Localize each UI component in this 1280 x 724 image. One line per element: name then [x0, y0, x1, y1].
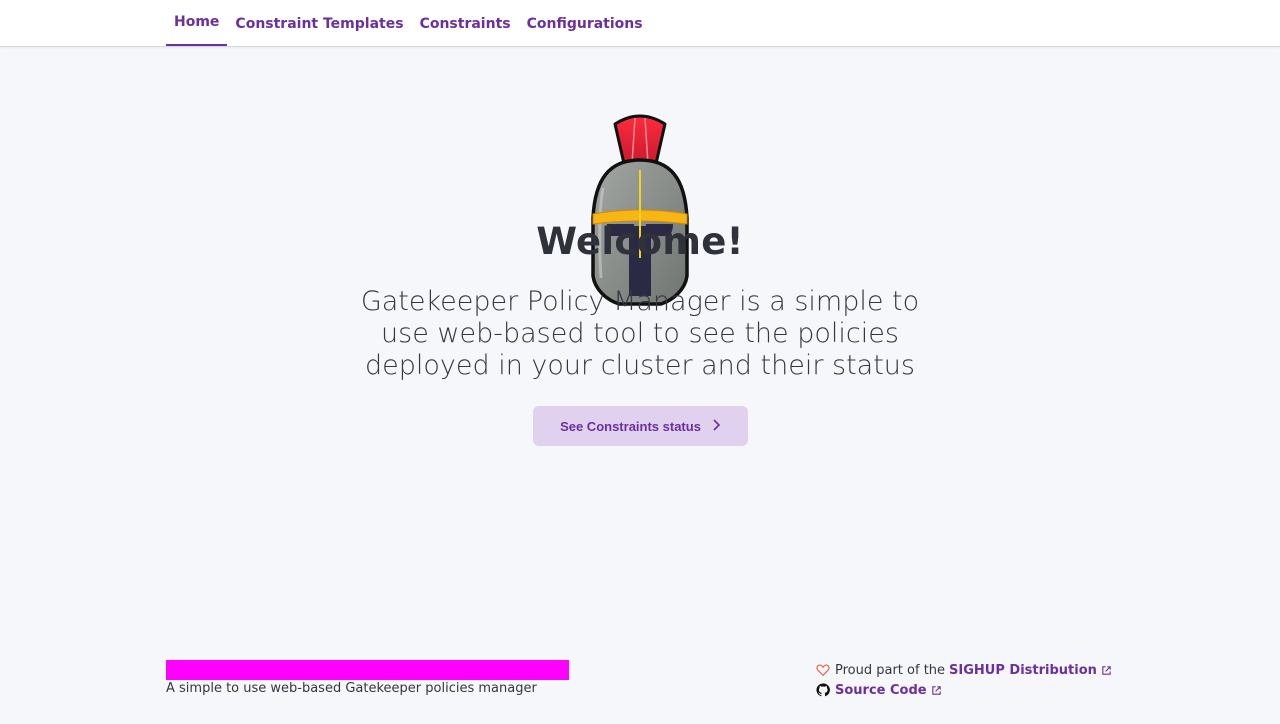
chevron-right-icon [711, 418, 721, 434]
footer-description: A simple to use web-based Gatekeeper pol… [166, 681, 537, 696]
top-navigation: Home Constraint Templates Constraints Co… [0, 0, 1280, 47]
nav-tabs: Home Constraint Templates Constraints Co… [166, 0, 651, 46]
footer-right: Proud part of the SIGHUP Distribution So… [816, 660, 1112, 700]
page-subtitle: Gatekeeper Policy Manager is a simple to… [360, 286, 920, 381]
tab-constraint-templates[interactable]: Constraint Templates [227, 0, 411, 46]
external-link-icon [1102, 665, 1111, 675]
tab-home[interactable]: Home [166, 0, 228, 46]
tab-constraints[interactable]: Constraints [412, 0, 519, 46]
hero-section [0, 108, 1280, 308]
github-icon [816, 683, 830, 697]
footer-proud-text: Proud part of the [835, 662, 946, 678]
external-link-icon [931, 685, 941, 695]
see-constraints-status-button[interactable]: See Constraints status [533, 406, 748, 446]
footer-left: A simple to use web-based Gatekeeper pol… [166, 660, 569, 696]
page-title: Welcome! [536, 220, 744, 263]
footer-source-row: Source Code [816, 680, 1112, 700]
footer-proud-row: Proud part of the SIGHUP Distribution [816, 660, 1112, 680]
spartan-helmet-icon [591, 114, 689, 306]
heart-icon [816, 664, 830, 677]
magenta-banner [166, 660, 569, 680]
sighup-distribution-link[interactable]: SIGHUP Distribution [949, 663, 1097, 678]
tab-configurations[interactable]: Configurations [519, 0, 651, 46]
source-code-link[interactable]: Source Code [835, 683, 927, 698]
cta-label: See Constraints status [560, 418, 701, 434]
